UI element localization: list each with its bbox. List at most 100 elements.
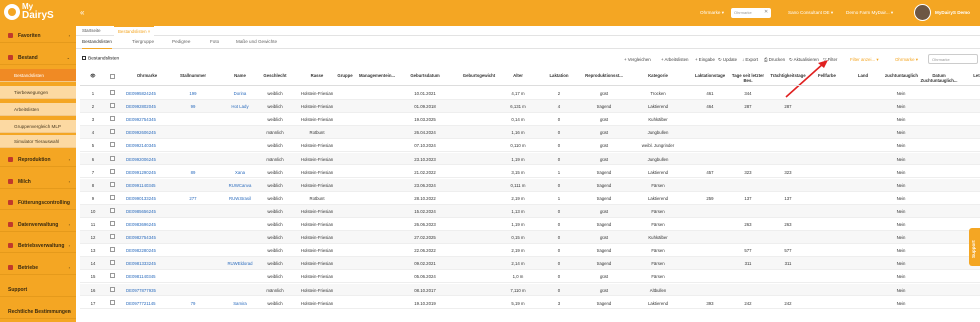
table-cell[interactable]: 89	[175, 170, 211, 175]
table-cell[interactable]: DE0992754345	[126, 117, 168, 122]
table-cell: 23.06.2024	[414, 182, 436, 188]
table-cell[interactable]: 199	[175, 91, 211, 96]
table-row[interactable]: 4 DE0992606245 männlich Rotbunt 26.04.2024 1,…	[80, 126, 980, 140]
row-checkbox[interactable]	[110, 116, 115, 122]
row-checkbox[interactable]	[110, 142, 115, 148]
column-header[interactable]: Land	[850, 73, 876, 78]
select-all-checkbox[interactable]	[110, 74, 115, 79]
table-cell[interactable]: 99	[175, 104, 211, 109]
column-header[interactable]: Geburtsdatum	[405, 73, 445, 78]
table-cell[interactable]: Samira	[220, 301, 260, 306]
table-cell[interactable]: DE0992606245	[126, 130, 168, 135]
table-row[interactable]: 10 DE0985656245 weiblich Holstein-Friesian 1…	[80, 204, 980, 218]
table-cell[interactable]: DE0981333245	[126, 261, 168, 266]
column-header[interactable]: Letzt...	[970, 73, 980, 78]
column-header[interactable]: Reproduktionsst...	[583, 73, 625, 78]
table-cell[interactable]: DE0982754345	[126, 235, 168, 240]
table-cell: Färsen	[651, 222, 665, 227]
table-cell: Holstein-Friesian	[300, 261, 334, 267]
table-cell[interactable]: RUW.Brasil	[220, 196, 260, 201]
table-cell[interactable]: DE0982280245	[126, 248, 168, 253]
table-row[interactable]: 6 DE0992006245 männlich Holstein-Friesian 23…	[80, 152, 980, 166]
table-row[interactable]: 8 DE0991140345 RUWCanva weiblich Holstein-Fr…	[80, 178, 980, 192]
table-row[interactable]: 14 DE0981333245 RUWEldorad weiblich Holstein…	[80, 257, 980, 271]
table-row[interactable]: 3 DE0992754345 weiblich Holstein-Friesian 19…	[80, 113, 980, 127]
column-header[interactable]: Datum Zuchtuntauglich...	[920, 73, 958, 83]
table-row[interactable]: 5 DE0992140345 weiblich Holstein-Friesian 07…	[80, 139, 980, 153]
column-header[interactable]: Alter	[498, 73, 538, 78]
table-cell[interactable]: Dorina	[220, 91, 260, 96]
column-header[interactable]: Ohrmarke	[126, 73, 168, 78]
row-checkbox[interactable]	[110, 247, 115, 253]
column-header[interactable]: 👁	[88, 73, 98, 78]
table-cell: 323	[784, 169, 792, 175]
table-cell[interactable]: DE0990133245	[126, 196, 168, 201]
column-header[interactable]: Tage seit letzter Bes.	[730, 73, 766, 83]
table-cell[interactable]: RUWEldorad	[220, 261, 260, 266]
table-cell[interactable]: Xana	[220, 170, 260, 175]
row-checkbox[interactable]	[110, 207, 115, 213]
column-header[interactable]: Managementein...	[355, 73, 399, 78]
table-row[interactable]: 7 DE0991290245 89 Xana weiblich Holstein-Frie…	[80, 166, 980, 179]
table-cell: Rotbunt	[309, 195, 325, 201]
column-header[interactable]: Name	[220, 73, 260, 78]
table-cell[interactable]: DE0981140345	[126, 274, 168, 279]
support-tab[interactable]: Support	[969, 228, 980, 266]
table-row[interactable]: 13 DE0982280245 weiblich Holstein-Friesian 2…	[80, 244, 980, 258]
table-cell[interactable]: DE0995824245	[126, 91, 168, 96]
row-checkbox[interactable]	[110, 260, 115, 266]
column-header[interactable]: Geburtsgewicht	[458, 73, 500, 78]
column-header[interactable]: Stallnummer	[175, 73, 211, 78]
table-cell[interactable]: DE0992006245	[126, 157, 168, 162]
table-cell: Nein	[896, 130, 906, 136]
row-checkbox[interactable]	[110, 234, 115, 240]
row-checkbox[interactable]	[110, 155, 115, 161]
column-header[interactable]: Rasse	[295, 73, 339, 78]
row-checkbox[interactable]	[110, 299, 115, 305]
table-cell: Holstein-Friesian	[300, 182, 334, 188]
table-cell: 26.04.2024	[414, 130, 436, 136]
table-cell: Trocken	[650, 91, 666, 96]
column-header[interactable]: zuchtuntauglich	[885, 73, 918, 78]
row-checkbox[interactable]	[110, 273, 115, 279]
row-checkbox[interactable]	[110, 194, 115, 200]
table-cell[interactable]: DE0991290245	[126, 170, 168, 175]
row-checkbox[interactable]	[110, 90, 115, 95]
table-row[interactable]: 16 DE0977877935 männlich Holstein-Friesian 0…	[80, 283, 980, 297]
table-cell[interactable]: DE0992140345	[126, 143, 168, 148]
table-cell[interactable]: Hot Lady	[220, 104, 260, 109]
table-cell: 0,110 m	[510, 143, 526, 149]
table-row[interactable]: 15 DE0981140345 weiblich Holstein-Friesian 0…	[80, 270, 980, 284]
row-checkbox[interactable]	[110, 103, 115, 109]
column-header[interactable]: Laktation	[545, 73, 573, 78]
row-checkbox[interactable]	[110, 181, 115, 187]
row-checkbox[interactable]	[110, 221, 115, 226]
table-row[interactable]: 1 DE0995824245 199 Dorina weiblich Holstein-F…	[80, 87, 980, 100]
table-cell[interactable]: DE0991140345	[126, 183, 168, 188]
column-header[interactable]: Fellfarbe	[812, 73, 842, 78]
table-row[interactable]: 17 DE0977721145 79 Samira weiblich Holstein-F…	[80, 297, 980, 310]
row-checkbox[interactable]	[110, 168, 115, 174]
table-cell[interactable]: DE0983696245	[126, 222, 168, 227]
column-header[interactable]: Laktationstage	[692, 73, 728, 78]
column-header[interactable]: Kategorie	[635, 73, 681, 78]
table-row[interactable]: 2 DE0992802045 99 Hot Lady weiblich Holstein-…	[80, 100, 980, 113]
row-checkbox[interactable]	[110, 129, 115, 135]
table-row[interactable]: 9 DE0990133245 277 RUW.Brasil weiblich Rotbun…	[80, 192, 980, 205]
table-cell: 2,14 m	[511, 261, 525, 267]
column-header[interactable]: Gruppe	[335, 73, 355, 78]
table-cell[interactable]: 79	[175, 301, 211, 306]
table-cell[interactable]: DE0977721145	[126, 301, 168, 306]
table-cell[interactable]: DE0977877935	[126, 288, 168, 293]
column-header[interactable]: Geschlecht	[258, 73, 292, 78]
table-row[interactable]: 11 DE0983696245 weiblich Holstein-Friesian 2…	[80, 218, 980, 231]
table-cell[interactable]: DE0992802045	[126, 104, 168, 109]
table-cell: 3,15 m	[511, 169, 525, 175]
table-cell[interactable]: DE0985656245	[126, 209, 168, 214]
table-cell: 287	[784, 104, 792, 110]
table-cell[interactable]: RUWCanva	[220, 183, 260, 188]
column-header[interactable]: Trächtigkeitstage	[770, 73, 806, 78]
row-checkbox[interactable]	[110, 286, 115, 292]
table-cell[interactable]: 277	[175, 196, 211, 201]
table-row[interactable]: 12 DE0982754345 weiblich Holstein-Friesian 2…	[80, 231, 980, 244]
